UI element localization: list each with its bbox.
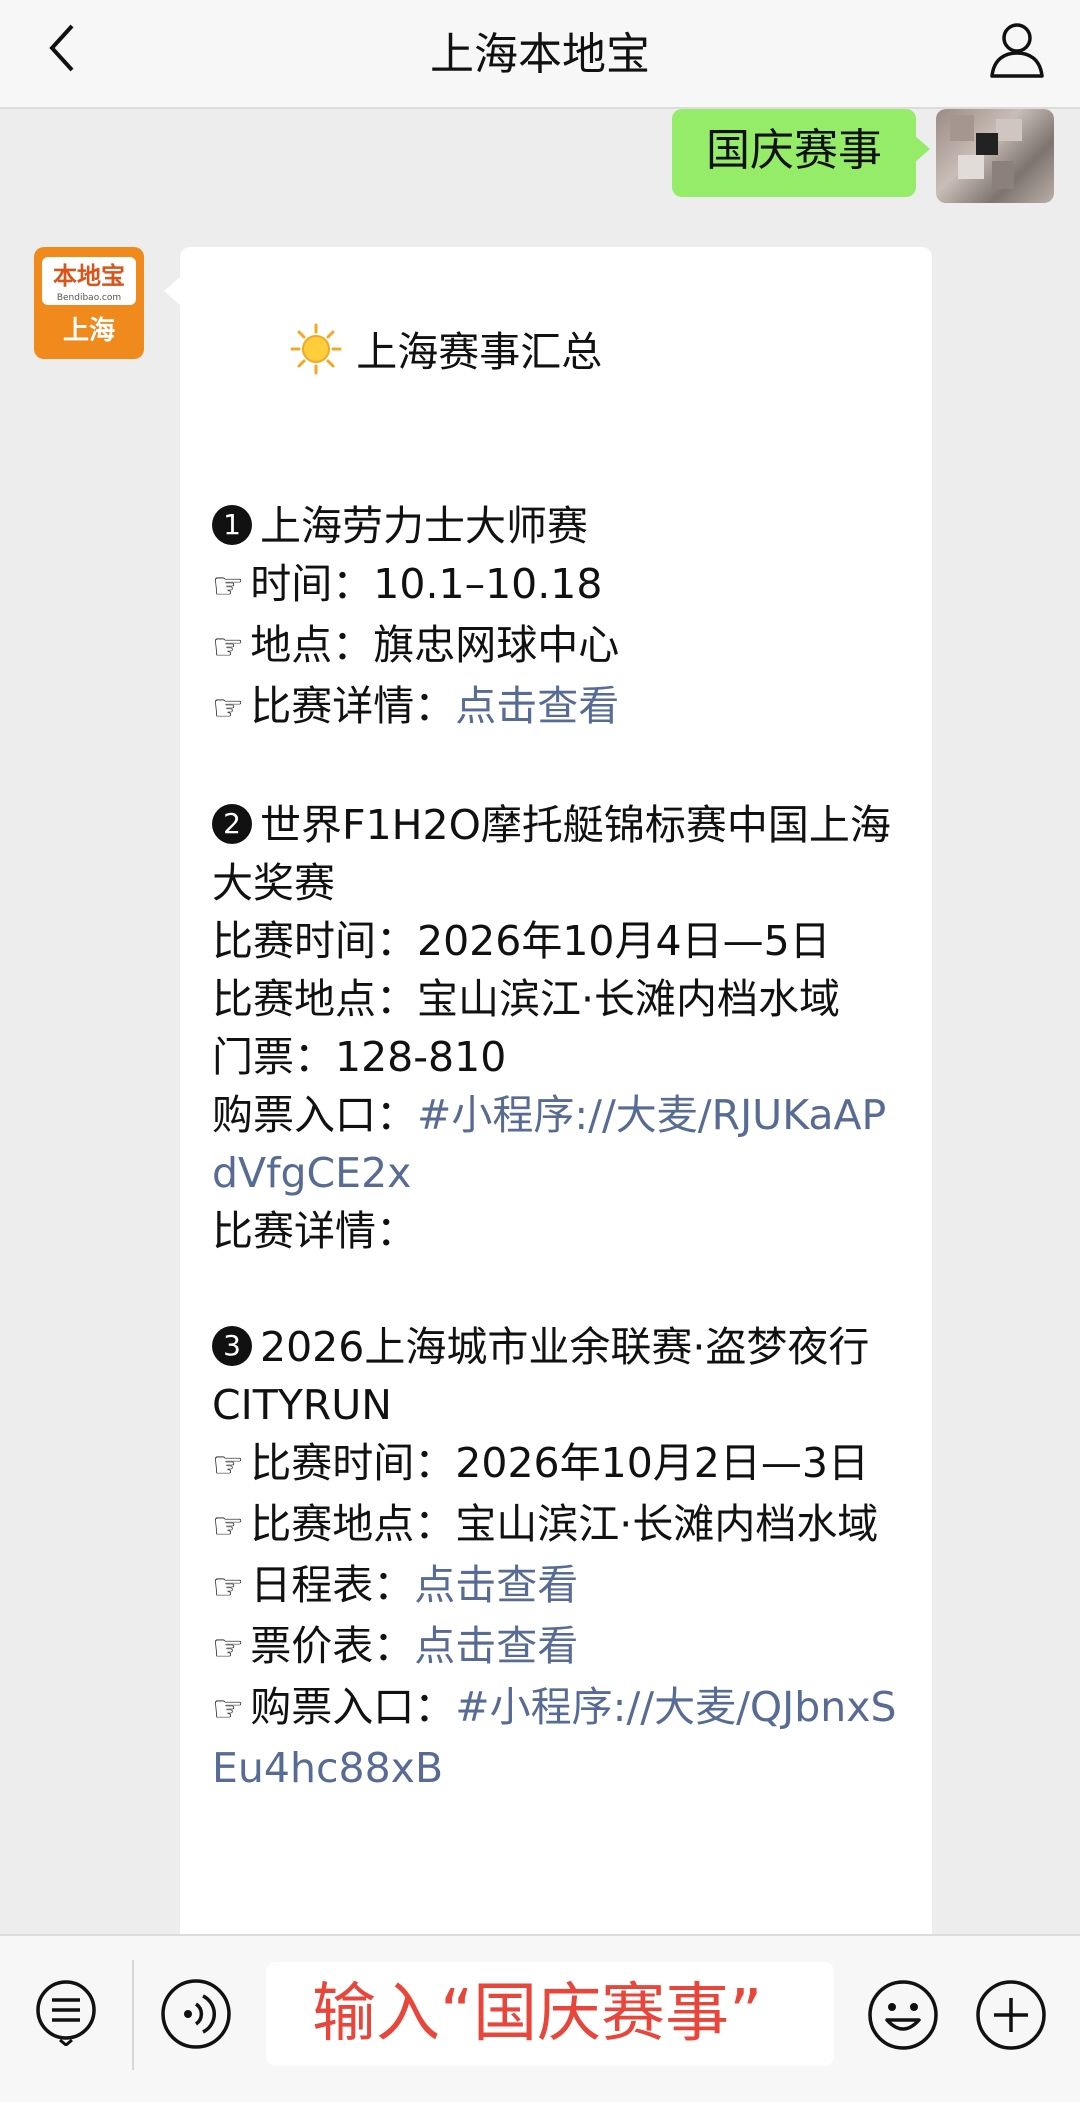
chat-area[interactable]: 国庆赛事 本地宝 Bendibao.com 上海 上海赛事汇总 1 上海劳力士大师… [0,109,1080,1934]
incoming-message[interactable]: 上海赛事汇总 1 上海劳力士大师赛 ☞ 时间：10.1–10.18 ☞ 地点：旗忠网球… [164,247,932,1934]
message-title-line: 上海赛事汇总 [212,265,902,439]
bot-avatar[interactable]: 本地宝 Bendibao.com 上海 [34,247,144,359]
pointing-hand-icon: ☞ [212,688,245,729]
menu-list-icon[interactable] [32,1978,100,2046]
event-1-place: 地点：旗忠网球中心 [250,621,620,669]
bot-logo-city: 上海 [62,316,115,346]
profile-icon[interactable] [984,16,1050,82]
event-1-place-line: ☞ 地点：旗忠网球中心 [212,616,902,677]
event-2-ticket: 门票：128-810 [212,1033,507,1081]
event-2-buy-line: 购票入口：#小程序://大麦/RJUKaAPdVfgCE2x [212,1086,902,1202]
pointing-hand-icon: ☞ [212,627,245,668]
event-3-title: 2026上海城市业余联赛·盗梦夜行 CITYRUN [212,1323,883,1429]
outgoing-message[interactable]: 国庆赛事 [672,109,930,197]
pointing-hand-icon: ☞ [212,1445,245,1486]
event-1-title: 上海劳力士大师赛 [260,502,588,550]
event-3-place-line: ☞ 比赛地点：宝山滨江·长滩内档水域 [212,1495,902,1556]
event-3-schedule-line: ☞ 日程表：点击查看 [212,1556,902,1617]
event-2-time: 比赛时间：2026年10月4日—5日 [212,917,831,965]
number-2-icon: 2 [212,804,252,844]
event-3-title-line: 3 2026上海城市业余联赛·盗梦夜行 CITYRUN [212,1318,902,1434]
event-3-schedule-label: 日程表： [250,1561,415,1609]
message-title: 上海赛事汇总 [356,328,603,376]
event-3-price-label: 票价表： [250,1622,415,1670]
message-input-text: 输入“国庆赛事” [312,1977,763,2051]
pointing-hand-icon: ☞ [212,1567,245,1608]
pointing-hand-icon: ☞ [212,1628,245,1669]
bot-logo-site: Bendibao.com [56,293,122,303]
emoji-icon[interactable] [866,1978,940,2052]
message-input[interactable]: 输入“国庆赛事” [266,1962,834,2066]
event-3-time-line: ☞ 比赛时间：2026年10月2日—3日 [212,1434,902,1495]
event-1-detail-link[interactable]: 点击查看 [455,682,619,730]
event-3-price-line: ☞ 票价表：点击查看 [212,1617,902,1678]
event-1-time-line: ☞ 时间：10.1–10.18 [212,555,902,616]
voice-icon[interactable] [160,1978,232,2050]
event-3-buy-line: ☞ 购票入口：#小程序://大麦/QJbnxSEu4hc88xB [212,1678,902,1797]
pointing-hand-icon: ☞ [212,566,245,607]
event-3-schedule-link[interactable]: 点击查看 [414,1561,578,1609]
event-1-title-line: 1 上海劳力士大师赛 [212,497,902,555]
toolbar-divider [132,1960,134,2070]
event-2-detail: 比赛详情： [212,1207,417,1255]
event-2-buy-label: 购票入口： [212,1091,417,1139]
event-1-detail-label: 比赛详情： [250,682,456,730]
sun-icon [290,323,342,375]
event-3-place: 比赛地点：宝山滨江·长滩内档水域 [250,1500,879,1548]
event-3-buy-label: 购票入口： [250,1683,456,1731]
page-title: 上海本地宝 [430,29,650,80]
number-1-icon: 1 [212,505,252,545]
pointing-hand-icon: ☞ [212,1689,245,1730]
header-bar: 上海本地宝 [0,0,1080,109]
plus-icon[interactable] [974,1978,1048,2052]
event-2-place: 比赛地点：宝山滨江·长滩内档水域 [212,975,841,1023]
event-2-title: 世界F1H2O摩托艇锦标赛中国上海大奖赛 [212,801,891,907]
event-1-time: 时间：10.1–10.18 [250,560,603,608]
number-3-icon: 3 [212,1326,252,1366]
event-3-time: 比赛时间：2026年10月2日—3日 [250,1439,869,1487]
user-avatar[interactable] [936,109,1054,203]
event-3-price-link[interactable]: 点击查看 [414,1622,578,1670]
event-2-title-line: 2 世界F1H2O摩托艇锦标赛中国上海大奖赛 [212,796,902,912]
event-1-detail-line: ☞ 比赛详情：点击查看 [212,677,902,738]
pointing-hand-icon: ☞ [212,1506,245,1547]
input-toolbar: 输入“国庆赛事” [0,1934,1080,2102]
